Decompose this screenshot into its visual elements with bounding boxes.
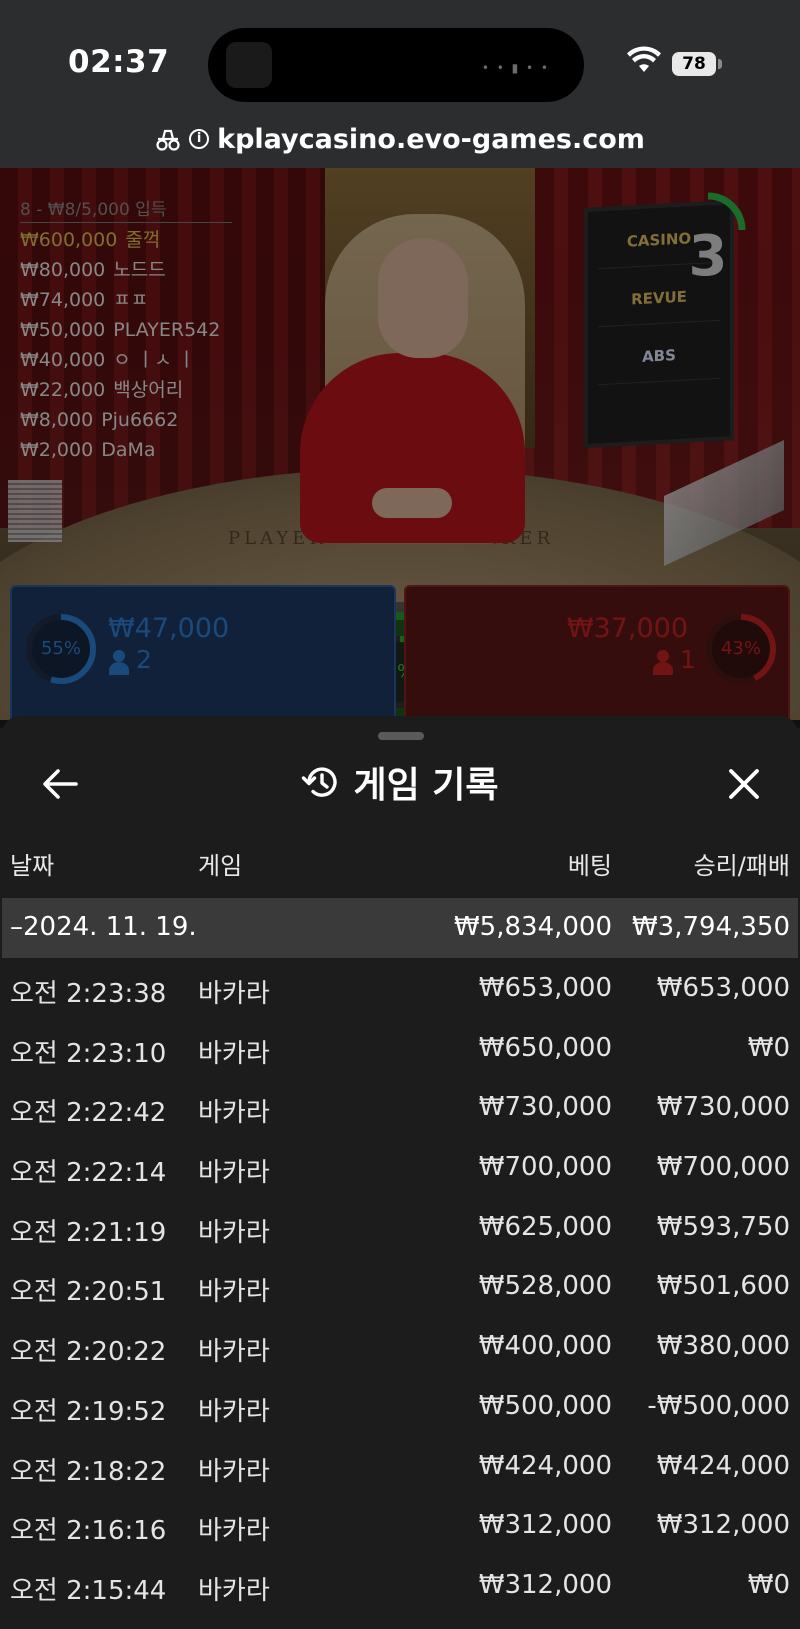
row-bet: ₩700,000 (478, 1152, 612, 1183)
row-game: 바카라 (198, 1516, 270, 1547)
row-result: ₩730,000 (656, 1092, 790, 1123)
row-bet: ₩625,000 (478, 1211, 612, 1242)
date-group-label: –2024. 11. 19. (10, 912, 197, 942)
history-row[interactable]: 오전 2:15:44 바카라 ₩312,000 ₩0 (2, 1555, 798, 1615)
dynamic-island: • • ▮ • • (208, 28, 584, 102)
row-game: 바카라 (198, 1575, 270, 1606)
battery-tip (718, 59, 722, 69)
modal-backdrop[interactable] (0, 168, 800, 728)
row-time: 오전 2:20:22 (10, 1337, 167, 1368)
row-game: 바카라 (198, 1217, 270, 1248)
battery-icon: 78 (672, 52, 716, 76)
row-result: ₩0 (747, 1032, 790, 1063)
row-result: ₩653,000 (656, 973, 790, 1003)
island-camera-icon (226, 42, 272, 88)
tracking-protection-icon[interactable] (155, 126, 181, 152)
row-time: 오전 2:15:44 (10, 1575, 167, 1606)
history-row[interactable]: 오전 2:19:52 바카라 ₩500,000 -₩500,000 (2, 1376, 798, 1436)
column-header-result[interactable]: 승리/패배 (694, 846, 790, 881)
row-time: 오전 2:21:19 (10, 1217, 167, 1248)
row-bet: ₩650,000 (478, 1032, 612, 1063)
row-bet: ₩424,000 (478, 1450, 612, 1481)
table-header: 날짜 게임 베팅 승리/패배 (2, 846, 798, 890)
row-game: 바카라 (198, 1456, 270, 1487)
row-time: 오전 2:16:16 (10, 1516, 167, 1547)
row-result: ₩424,000 (656, 1450, 790, 1481)
row-bet: ₩653,000 (478, 973, 612, 1003)
column-header-date[interactable]: 날짜 (10, 846, 54, 881)
sheet-grabber[interactable] (378, 732, 424, 740)
history-icon (302, 767, 338, 797)
date-group-bet-total: ₩5,834,000 (453, 912, 612, 942)
row-result: ₩312,000 (656, 1510, 790, 1541)
row-result: ₩700,000 (656, 1152, 790, 1183)
history-row[interactable]: 오전 2:18:22 바카라 ₩424,000 ₩424,000 (2, 1436, 798, 1496)
column-header-bet[interactable]: 베팅 (568, 846, 612, 881)
row-bet: ₩400,000 (478, 1331, 612, 1362)
row-time: 오전 2:23:10 (10, 1038, 167, 1069)
info-icon[interactable]: i (189, 129, 210, 149)
history-row[interactable]: 오전 2:20:22 바카라 ₩400,000 ₩380,000 (2, 1316, 798, 1376)
history-row[interactable]: 오전 2:22:42 바카라 ₩730,000 ₩730,000 (2, 1077, 798, 1137)
history-row[interactable]: 오전 2:16:16 바카라 ₩312,000 ₩312,000 (2, 1495, 798, 1555)
row-time: 오전 2:22:14 (10, 1158, 167, 1189)
row-bet: ₩730,000 (478, 1092, 612, 1123)
row-result: ₩501,600 (656, 1271, 790, 1302)
row-time: 오전 2:22:42 (10, 1098, 167, 1129)
row-game: 바카라 (198, 1038, 270, 1069)
url-bar[interactable]: i kplaycasino.evo-games.com (0, 110, 800, 168)
row-bet: ₩500,000 (478, 1390, 612, 1421)
game-history-sheet: 게임 기록 날짜 게임 베팅 승리/패배 –2024. 11. 19. ₩5,8… (2, 716, 798, 1629)
row-game: 바카라 (198, 1158, 270, 1189)
close-icon[interactable] (724, 764, 764, 804)
row-time: 오전 2:19:52 (10, 1396, 167, 1427)
sheet-header: 게임 기록 (2, 756, 798, 808)
row-game: 바카라 (198, 1277, 270, 1308)
row-result: -₩500,000 (647, 1390, 790, 1421)
row-bet: ₩312,000 (478, 1510, 612, 1541)
row-time: 오전 2:23:38 (10, 979, 167, 1009)
row-result: ₩593,750 (656, 1211, 790, 1242)
history-list: 오전 2:23:38 바카라 ₩653,000 ₩653,000 오전 2:23:10… (2, 958, 798, 1615)
row-game: 바카라 (198, 1098, 270, 1129)
sheet-title: 게임 기록 (353, 765, 499, 806)
row-result: ₩380,000 (656, 1331, 790, 1362)
row-result: ₩0 (747, 1569, 790, 1600)
history-row[interactable]: 오전 2:23:38 바카라 ₩653,000 ₩653,000 (2, 958, 798, 1018)
row-time: 오전 2:20:51 (10, 1277, 167, 1308)
history-row[interactable]: 오전 2:23:10 바카라 ₩650,000 ₩0 (2, 1018, 798, 1078)
url-text[interactable]: kplaycasino.evo-games.com (217, 124, 645, 155)
status-time: 02:37 (68, 44, 170, 80)
date-group-result-total: ₩3,794,350 (631, 912, 790, 942)
row-bet: ₩312,000 (478, 1569, 612, 1600)
row-time: 오전 2:18:22 (10, 1456, 167, 1487)
row-game: 바카라 (198, 1396, 270, 1427)
history-row[interactable]: 오전 2:21:19 바카라 ₩625,000 ₩593,750 (2, 1197, 798, 1257)
status-bar: 02:37 • • ▮ • • 78 (0, 0, 800, 110)
column-header-game[interactable]: 게임 (198, 846, 242, 881)
history-row[interactable]: 오전 2:20:51 바카라 ₩528,000 ₩501,600 (2, 1256, 798, 1316)
row-bet: ₩528,000 (478, 1271, 612, 1302)
date-group-row[interactable]: –2024. 11. 19. ₩5,834,000 ₩3,794,350 (2, 898, 798, 958)
row-game: 바카라 (198, 1337, 270, 1368)
row-game: 바카라 (198, 979, 270, 1009)
wifi-icon (627, 46, 661, 72)
history-row[interactable]: 오전 2:22:14 바카라 ₩700,000 ₩700,000 (2, 1137, 798, 1197)
island-activity-icon: • • ▮ • • (481, 61, 550, 75)
